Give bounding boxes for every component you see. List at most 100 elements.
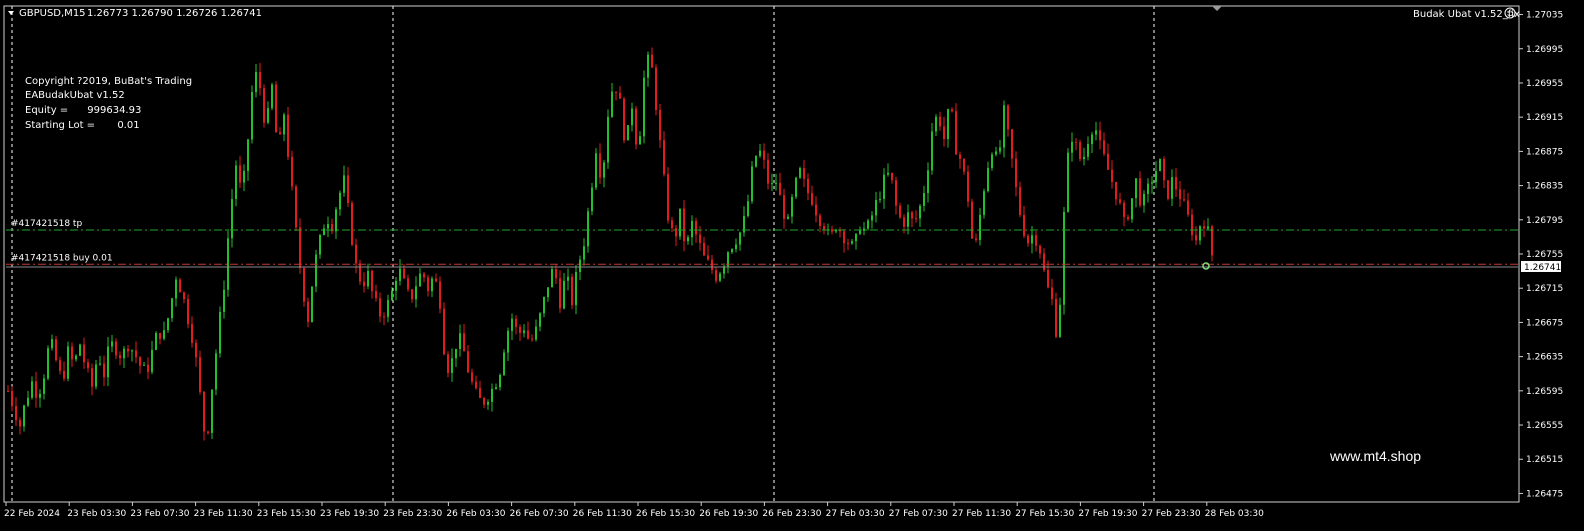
candle-body[interactable]	[883, 174, 885, 199]
candle-body[interactable]	[339, 192, 341, 210]
candle-body[interactable]	[363, 281, 365, 287]
candle-body[interactable]	[1059, 304, 1061, 337]
candle-body[interactable]	[791, 196, 793, 217]
candle-body[interactable]	[135, 350, 137, 358]
candle-body[interactable]	[1083, 156, 1085, 160]
candle-body[interactable]	[659, 110, 661, 141]
candle-body[interactable]	[463, 333, 465, 352]
candle-body[interactable]	[1131, 198, 1133, 220]
candle-body[interactable]	[671, 220, 673, 229]
candle-body[interactable]	[267, 108, 269, 123]
candle-body[interactable]	[379, 298, 381, 317]
candle-body[interactable]	[1195, 235, 1197, 241]
candle-body[interactable]	[371, 270, 373, 292]
candle-body[interactable]	[555, 269, 557, 279]
candle-body[interactable]	[299, 227, 301, 269]
candle-body[interactable]	[1071, 141, 1073, 153]
candle-body[interactable]	[171, 298, 173, 319]
candle-body[interactable]	[579, 259, 581, 272]
candle-body[interactable]	[63, 370, 65, 379]
candle-body[interactable]	[703, 243, 705, 256]
candle-body[interactable]	[607, 116, 609, 163]
candle-body[interactable]	[179, 279, 181, 293]
candle-body[interactable]	[619, 92, 621, 99]
candle-body[interactable]	[899, 205, 901, 218]
candle-body[interactable]	[879, 198, 881, 201]
candle-body[interactable]	[1079, 142, 1081, 160]
candle-body[interactable]	[1047, 270, 1049, 288]
candle-body[interactable]	[127, 348, 129, 352]
candle-body[interactable]	[639, 136, 641, 145]
candle-body[interactable]	[103, 363, 105, 378]
candle-body[interactable]	[283, 114, 285, 135]
candle-body[interactable]	[739, 232, 741, 245]
candle-body[interactable]	[987, 167, 989, 192]
candle-body[interactable]	[647, 54, 649, 78]
candle-body[interactable]	[1139, 178, 1141, 206]
candle-body[interactable]	[503, 352, 505, 375]
candle-body[interactable]	[1091, 134, 1093, 145]
candle-body[interactable]	[859, 230, 861, 234]
candle-body[interactable]	[1203, 226, 1205, 229]
candle-body[interactable]	[551, 269, 553, 288]
candle-body[interactable]	[1119, 199, 1121, 203]
candle-body[interactable]	[627, 125, 629, 141]
candle-body[interactable]	[483, 398, 485, 405]
candle-body[interactable]	[163, 330, 165, 339]
candle-body[interactable]	[1043, 253, 1045, 271]
candle-body[interactable]	[567, 276, 569, 281]
candle-body[interactable]	[559, 278, 561, 309]
candle-body[interactable]	[891, 172, 893, 181]
candle-body[interactable]	[715, 270, 717, 281]
candle-body[interactable]	[175, 279, 177, 299]
candle-body[interactable]	[679, 208, 681, 237]
candle-body[interactable]	[751, 166, 753, 202]
candle-body[interactable]	[815, 204, 817, 216]
candle-body[interactable]	[387, 300, 389, 317]
candle-body[interactable]	[263, 88, 265, 123]
candle-body[interactable]	[611, 91, 613, 117]
candle-body[interactable]	[947, 109, 949, 140]
candle-body[interactable]	[847, 243, 849, 245]
candle-body[interactable]	[1167, 180, 1169, 199]
candle-body[interactable]	[443, 308, 445, 355]
candle-body[interactable]	[1151, 182, 1153, 184]
candle-body[interactable]	[407, 278, 409, 290]
candle-body[interactable]	[139, 357, 141, 366]
candle-body[interactable]	[931, 131, 933, 171]
candle-body[interactable]	[1211, 226, 1213, 256]
candle-body[interactable]	[1003, 105, 1005, 148]
candle-body[interactable]	[159, 333, 161, 339]
candle-body[interactable]	[1031, 235, 1033, 244]
candle-body[interactable]	[1035, 235, 1037, 246]
candle-body[interactable]	[1155, 171, 1157, 183]
candle-body[interactable]	[895, 180, 897, 206]
candle-body[interactable]	[1099, 130, 1101, 141]
price-axis[interactable]: 1.27035 1.26995 1.26955 1.26915 1.26875 1.268…	[1519, 11, 1563, 500]
candle-body[interactable]	[575, 271, 577, 306]
candle-body[interactable]	[99, 363, 101, 365]
candle-body[interactable]	[583, 246, 585, 260]
candle-body[interactable]	[1067, 152, 1069, 212]
candle-body[interactable]	[219, 311, 221, 354]
candle-body[interactable]	[427, 277, 429, 292]
candle-body[interactable]	[119, 355, 121, 359]
candle-body[interactable]	[471, 372, 473, 382]
candle-body[interactable]	[1123, 202, 1125, 217]
candle-body[interactable]	[587, 211, 589, 247]
candle-body[interactable]	[775, 182, 777, 184]
candle-body[interactable]	[543, 297, 545, 314]
candle-body[interactable]	[255, 71, 257, 93]
candle-body[interactable]	[39, 393, 41, 398]
candle-body[interactable]	[131, 350, 133, 352]
candle-body[interactable]	[7, 390, 9, 392]
candle-body[interactable]	[967, 171, 969, 202]
candle-body[interactable]	[951, 109, 953, 112]
candle-body[interactable]	[403, 268, 405, 279]
candle-body[interactable]	[1087, 144, 1089, 157]
candle-body[interactable]	[495, 387, 497, 389]
candle-body[interactable]	[747, 201, 749, 216]
candle-body[interactable]	[351, 202, 353, 245]
candle-body[interactable]	[315, 254, 317, 287]
candle-body[interactable]	[399, 268, 401, 281]
